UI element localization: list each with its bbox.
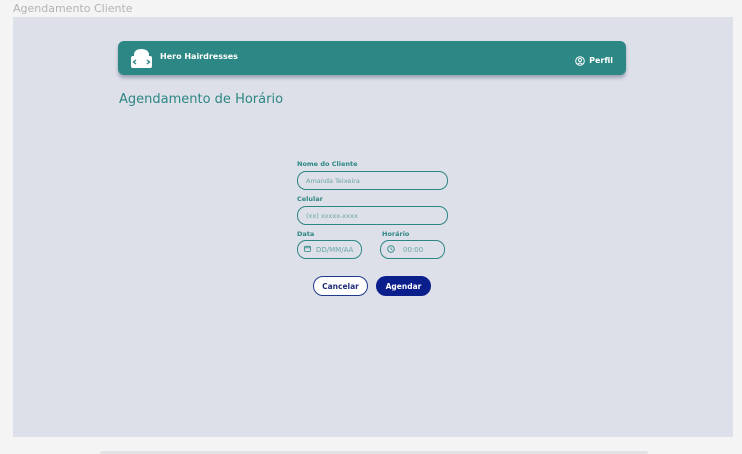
face-icon	[130, 48, 153, 69]
user-circle-icon	[575, 51, 585, 70]
date-input[interactable]: DD/MM/AA	[297, 240, 362, 259]
phone-label: Celular	[297, 195, 323, 203]
profile-button[interactable]: Perfil	[575, 51, 613, 70]
brand-name[interactable]: Hero Hairdresses	[160, 52, 238, 61]
date-label: Data	[297, 230, 315, 238]
date-placeholder: DD/MM/AA	[316, 245, 354, 254]
phone-input[interactable]	[297, 206, 448, 225]
cancel-button[interactable]: Cancelar	[313, 276, 368, 296]
frame-title: Agendamento Cliente	[13, 2, 133, 15]
profile-label: Perfil	[589, 56, 613, 65]
time-placeholder: 00:00	[403, 245, 424, 254]
time-input[interactable]: 00:00	[380, 240, 445, 259]
schedule-button[interactable]: Agendar	[376, 276, 431, 296]
name-label: Nome do Cliente	[297, 160, 358, 168]
clock-icon	[387, 244, 395, 255]
calendar-icon	[304, 245, 311, 254]
navbar: Hero Hairdresses Perfil	[118, 41, 626, 75]
client-name-input[interactable]	[297, 171, 448, 190]
time-label: Horário	[382, 230, 410, 238]
page-title: Agendamento de Horário	[119, 92, 284, 107]
app-canvas: Hero Hairdresses Perfil Agendamento de H…	[13, 17, 733, 437]
